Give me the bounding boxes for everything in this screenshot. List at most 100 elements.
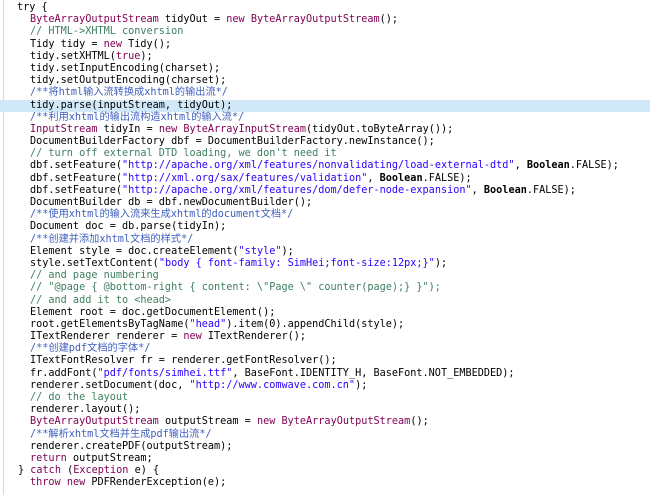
- code-token: Element style = doc.createElement(: [30, 245, 239, 257]
- code-token: catch: [30, 465, 61, 477]
- code-token: }: [18, 465, 31, 477]
- code-line[interactable]: /**创建pdf文档的字体*/: [0, 343, 650, 355]
- code-token: ITextRenderer renderer =: [30, 331, 184, 343]
- code-token: Exception: [73, 465, 129, 477]
- code-line[interactable]: /**创建并添加xhtml文档的样式*/: [0, 234, 650, 246]
- code-token: // and page numbering: [30, 270, 159, 282]
- code-token: // and add it to <head>: [30, 294, 172, 306]
- code-line[interactable]: tidy.setOutputEncoding(charset);: [0, 75, 650, 87]
- code-line[interactable]: Tidy tidy = new Tidy();: [0, 39, 650, 51]
- code-line-highlighted[interactable]: tidy.parse(inputStream, tidyOut);: [0, 99, 650, 112]
- code-line[interactable]: tidy.setXHTML(true);: [0, 51, 650, 63]
- code-token: ,: [471, 184, 484, 196]
- code-line[interactable]: } catch (Exception e) {: [0, 465, 650, 477]
- code-line[interactable]: dbf.setFeature("http://apache.org/xml/fe…: [0, 160, 650, 172]
- code-token: try: [17, 2, 36, 13]
- code-token: ITextFontResolver fr = renderer.getFontR…: [30, 355, 337, 367]
- code-token: Boolean: [379, 172, 423, 184]
- code-token: renderer.setDocument(doc,: [30, 379, 190, 391]
- code-token: "http://www.comwave.com.cn": [189, 379, 356, 391]
- code-token: ByteArrayOutputStream: [30, 416, 159, 428]
- code-line[interactable]: style.setTextContent("body { font-family…: [0, 258, 650, 270]
- code-token: );: [355, 379, 368, 391]
- code-line[interactable]: root.getElementsByTagName("head").item(0…: [0, 319, 650, 331]
- code-token: tidy.parse(inputStream, tidyOut);: [30, 99, 233, 111]
- code-line[interactable]: // do the layout: [0, 392, 650, 404]
- code-token: PDFRenderException(e);: [85, 477, 227, 489]
- code-token: ByteArrayOutputStream: [30, 14, 159, 26]
- code-token: "http://xml.org/sax/features/validation": [122, 172, 368, 184]
- code-token: /**创建pdf文档的字体*/: [30, 343, 151, 355]
- code-token: tidy.setOutputEncoding(charset);: [30, 75, 227, 87]
- code-token: /**将html输入流转换成xhtml的输出流*/: [30, 87, 228, 99]
- code-token: // do the layout: [30, 392, 129, 403]
- code-token: /**解析xhtml文档并生成pdf输出流*/: [30, 428, 212, 440]
- code-token: throw: [30, 477, 61, 489]
- code-area[interactable]: try {ByteArrayOutputStream tidyOut = new…: [0, 0, 650, 490]
- code-line[interactable]: return outputStream;: [0, 453, 650, 465]
- code-line[interactable]: renderer.layout();: [0, 404, 650, 416]
- code-token: Tidy tidy =: [30, 38, 104, 50]
- code-line[interactable]: // HTML->XHTML conversion: [0, 26, 650, 38]
- code-token: /**利用xhtml的输出流构造xhtml的输入流*/: [30, 111, 245, 123]
- code-token: "http://apache.org/xml/features/dom/defe…: [122, 184, 472, 196]
- code-token: dbf.setFeature(: [30, 172, 123, 184]
- code-token: true: [115, 50, 141, 62]
- code-token: Document doc = db.parse(tidyIn);: [30, 221, 227, 233]
- code-line[interactable]: ITextRenderer renderer = new ITextRender…: [0, 331, 650, 343]
- code-line[interactable]: Document doc = db.parse(tidyIn);: [0, 221, 650, 233]
- code-token: new: [256, 416, 276, 428]
- code-token: // HTML->XHTML conversion: [30, 26, 184, 38]
- code-line[interactable]: Element style = doc.createElement("style…: [0, 246, 650, 258]
- code-line[interactable]: ByteArrayOutputStream outputStream = new…: [0, 416, 650, 428]
- code-line[interactable]: try {: [0, 2, 650, 14]
- code-token: e) {: [128, 465, 160, 477]
- code-line[interactable]: DocumentBuilderFactory dbf = DocumentBui…: [0, 136, 650, 148]
- code-editor[interactable]: try {ByteArrayOutputStream tidyOut = new…: [0, 0, 650, 495]
- code-line[interactable]: /**利用xhtml的输出流构造xhtml的输入流*/: [0, 112, 650, 124]
- code-token: Element root = doc.getDocumentElement();: [30, 306, 276, 318]
- code-line[interactable]: DocumentBuilder db = dbf.newDocumentBuil…: [0, 197, 650, 209]
- code-token: outputStream =: [158, 416, 257, 428]
- code-token: // "@page { @bottom-right { content: \"P…: [30, 282, 441, 294]
- code-line[interactable]: /**解析xhtml文档并生成pdf输出流*/: [0, 429, 650, 441]
- code-line[interactable]: dbf.setFeature("http://xml.org/sax/featu…: [0, 173, 650, 185]
- code-line[interactable]: dbf.setFeature("http://apache.org/xml/fe…: [0, 185, 650, 197]
- code-token: ByteArrayOutputStream: [281, 416, 411, 428]
- code-token: InputStream: [30, 123, 98, 135]
- code-token: (: [60, 465, 74, 477]
- code-line[interactable]: // "@page { @bottom-right { content: \"P…: [0, 282, 650, 294]
- code-token: .FALSE);: [526, 184, 576, 196]
- code-line[interactable]: fr.addFont("pdf/fonts/simhei.ttf", BaseF…: [0, 368, 650, 380]
- code-token: tidy.setXHTML(: [30, 50, 116, 62]
- code-token: ,: [514, 160, 527, 172]
- code-line[interactable]: renderer.createPDF(outputStream);: [0, 441, 650, 453]
- code-line[interactable]: /**将html输入流转换成xhtml的输出流*/: [0, 87, 650, 99]
- code-line[interactable]: /**使用xhtml的输入流来生成xhtml的document文档*/: [0, 209, 650, 221]
- code-token: "style": [238, 245, 282, 257]
- code-token: return: [30, 452, 67, 464]
- code-line[interactable]: ByteArrayOutputStream tidyOut = new Byte…: [0, 14, 650, 26]
- code-token: Tidy();: [122, 38, 172, 50]
- code-line[interactable]: // and add it to <head>: [0, 295, 650, 307]
- code-line[interactable]: InputStream tidyIn = new ByteArrayInputS…: [0, 124, 650, 136]
- code-token: Boolean: [526, 160, 570, 172]
- code-line[interactable]: // and page numbering: [0, 270, 650, 282]
- code-token: ();: [379, 14, 399, 26]
- code-line[interactable]: renderer.setDocument(doc, "http://www.co…: [0, 380, 650, 392]
- code-token: .FALSE);: [422, 172, 472, 184]
- code-token: dbf.setFeature(: [30, 184, 123, 196]
- code-token: ();: [410, 416, 429, 428]
- code-token: Boolean: [483, 184, 527, 196]
- code-line[interactable]: tidy.setInputEncoding(charset);: [0, 63, 650, 75]
- code-line[interactable]: ITextFontResolver fr = renderer.getFontR…: [0, 355, 650, 367]
- code-token: ByteArrayOutputStream: [250, 14, 380, 26]
- code-token: );: [140, 50, 153, 62]
- code-token: {: [35, 2, 48, 13]
- code-line[interactable]: throw new PDFRenderException(e);: [0, 477, 650, 489]
- code-token: /**使用xhtml的输入流来生成xhtml的document文档*/: [30, 209, 294, 221]
- code-line[interactable]: // turn off external DTD loading, we don…: [0, 148, 650, 160]
- code-line[interactable]: Element root = doc.getDocumentElement();: [0, 307, 650, 319]
- code-token: tidyIn =: [97, 123, 159, 135]
- code-token: ITextRenderer();: [201, 331, 307, 343]
